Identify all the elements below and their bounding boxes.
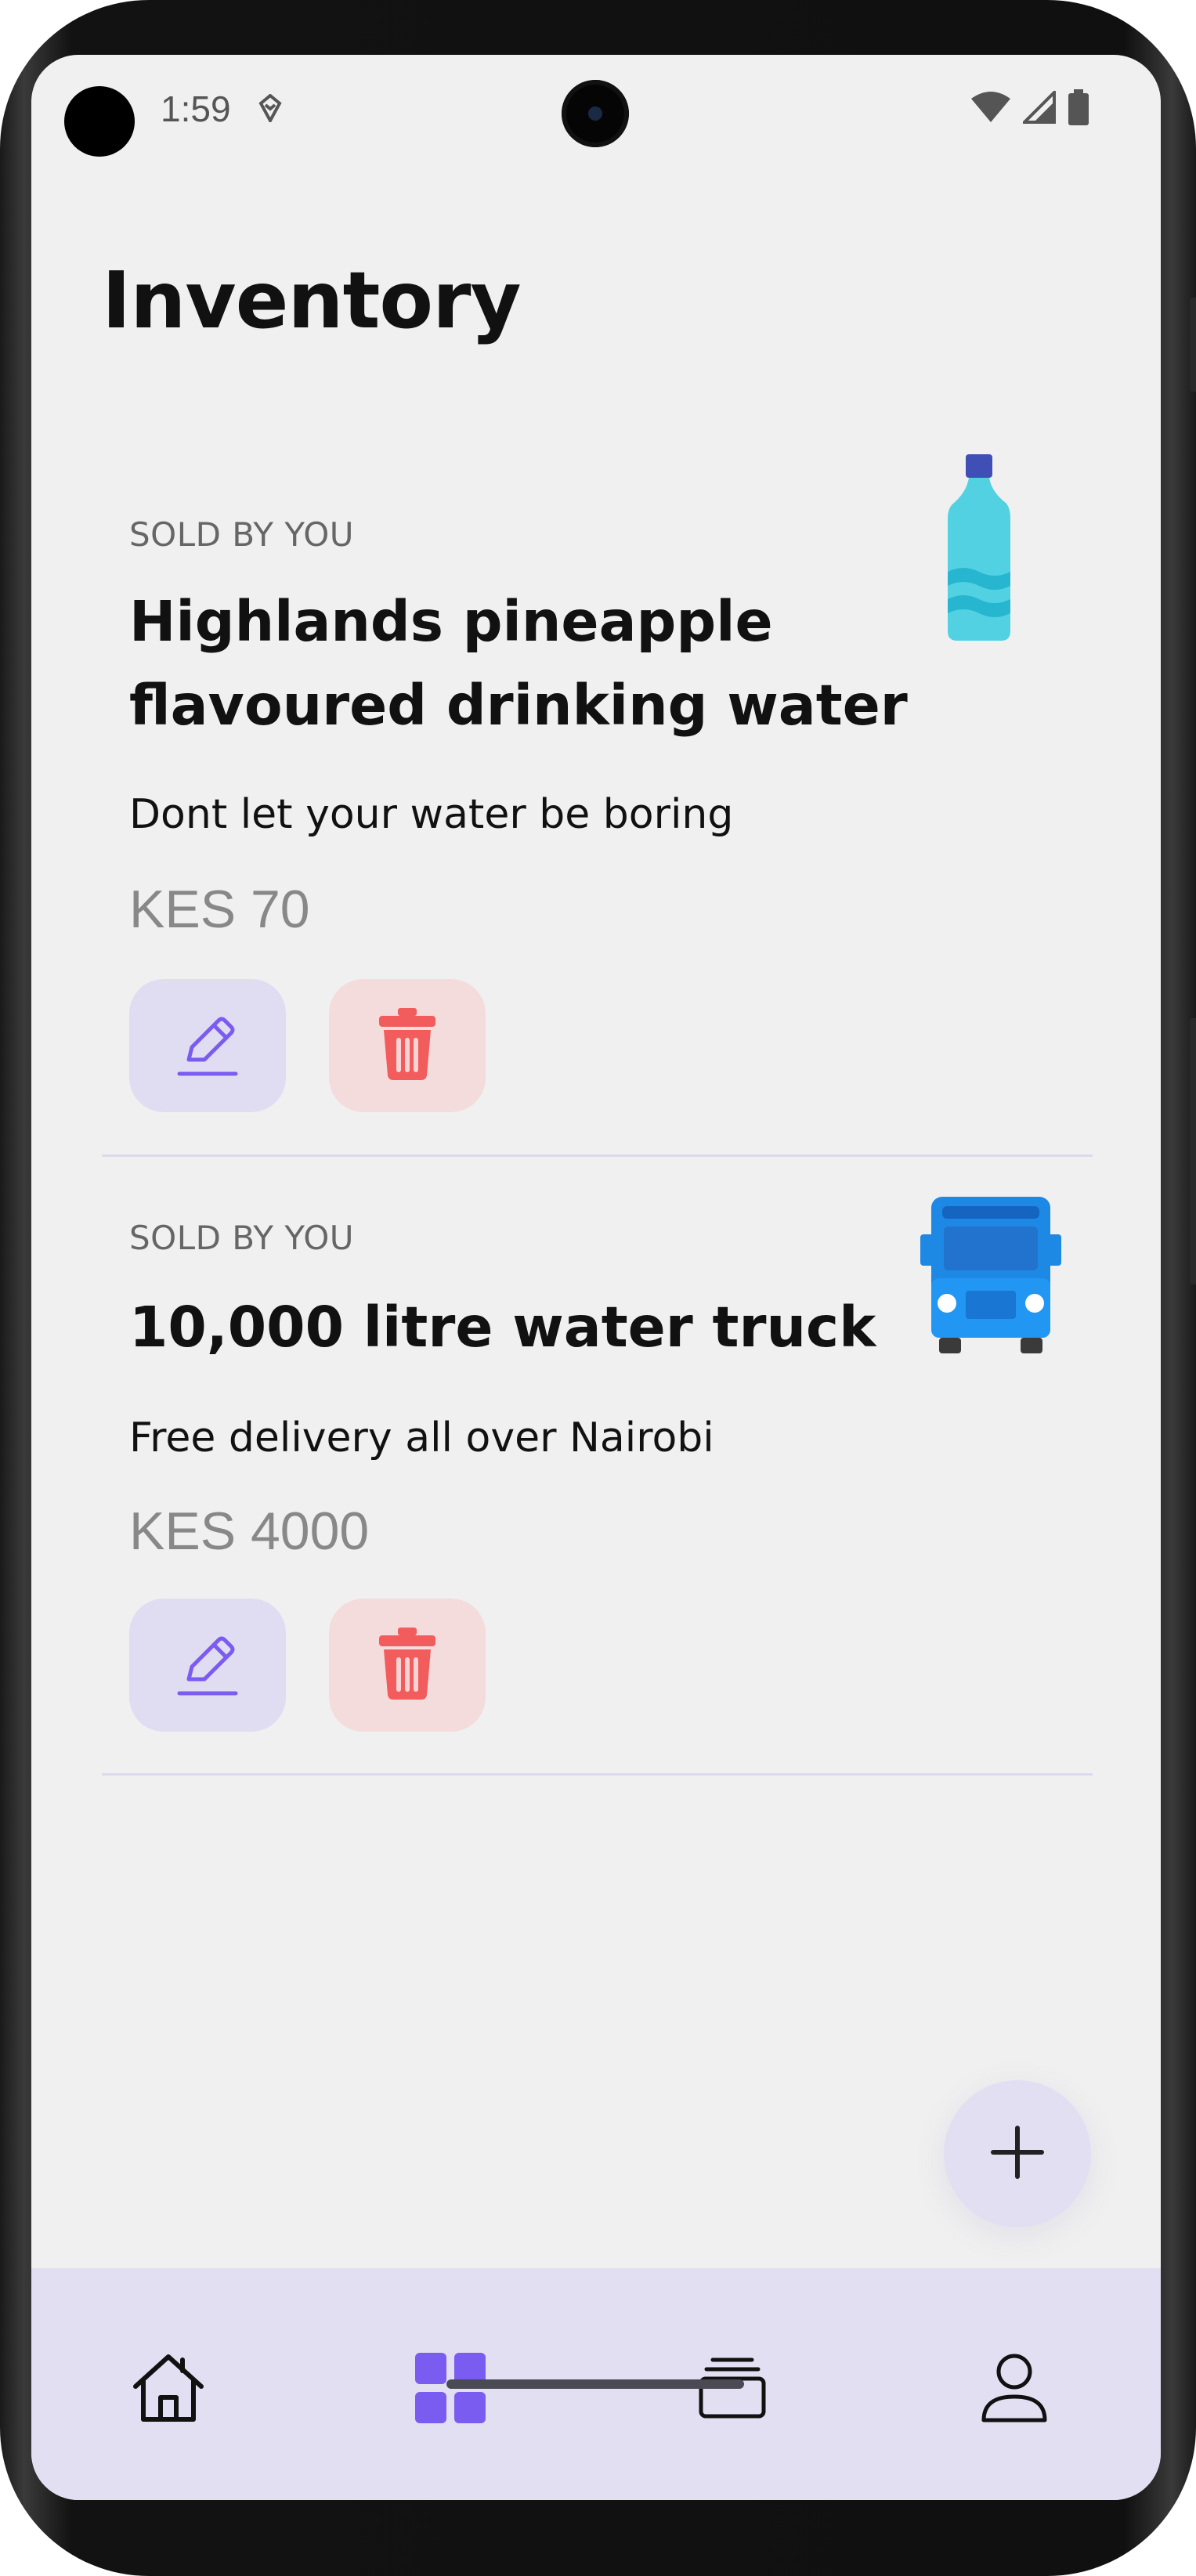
sold-by-label: SOLD BY YOU: [129, 515, 354, 554]
trash-icon: [378, 1007, 437, 1084]
nav-profile[interactable]: [971, 2347, 1057, 2433]
plus-icon: [990, 2125, 1045, 2184]
front-camera: [562, 80, 629, 147]
water-bottle-icon: [948, 454, 1018, 646]
phone-volume-button: [1190, 1018, 1196, 1284]
phone-side-button: [1190, 298, 1196, 392]
add-item-button[interactable]: [944, 2080, 1091, 2227]
pencil-icon: [173, 1010, 242, 1082]
item-price: KES 4000: [129, 1501, 370, 1561]
pencil-icon: [173, 1629, 242, 1702]
location-pin-icon: [258, 93, 282, 126]
item-description: Free delivery all over Nairobi: [129, 1414, 714, 1461]
item-description: Dont let your water be boring: [129, 791, 734, 838]
delete-button[interactable]: [329, 979, 486, 1112]
home-indicator[interactable]: [446, 2379, 744, 2389]
nav-inventory[interactable]: [407, 2347, 493, 2433]
status-bar: 1:59: [31, 55, 1161, 164]
trash-icon: [378, 1627, 437, 1703]
list-item[interactable]: SOLD BY YOU 10,000 litre water truck Fre…: [31, 1156, 1161, 1776]
sold-by-label: SOLD BY YOU: [129, 1219, 354, 1257]
home-icon: [131, 2352, 206, 2428]
profile-icon: [981, 2353, 1048, 2427]
page-title: Inventory: [102, 255, 522, 346]
app-screen: 1:59 Inventory SOLD BY YOU Highlands pin…: [31, 55, 1161, 2500]
status-time: 1:59: [161, 89, 231, 129]
delete-button[interactable]: [329, 1599, 486, 1732]
item-title: Highlands pineapple flavoured drinking w…: [129, 589, 908, 738]
water-truck-icon: [920, 1197, 1061, 1357]
stack-icon: [699, 2357, 766, 2423]
nav-orders[interactable]: [689, 2347, 775, 2433]
signal-icon: [1023, 91, 1056, 124]
phone-frame: 1:59 Inventory SOLD BY YOU Highlands pin…: [0, 0, 1196, 2576]
wifi-icon: [971, 91, 1010, 124]
edit-button[interactable]: [129, 979, 286, 1112]
item-title: 10,000 litre water truck: [129, 1295, 876, 1360]
list-item[interactable]: SOLD BY YOU Highlands pineapple flavoure…: [31, 399, 1161, 1157]
inventory-list: SOLD BY YOU Highlands pineapple flavoure…: [31, 399, 1161, 1776]
grid-icon: [415, 2352, 486, 2427]
item-price: KES 70: [129, 880, 310, 939]
edit-button[interactable]: [129, 1599, 286, 1732]
battery-icon: [1068, 89, 1089, 125]
status-dot: [64, 86, 135, 157]
nav-home[interactable]: [125, 2347, 211, 2433]
list-divider: [102, 1773, 1093, 1776]
